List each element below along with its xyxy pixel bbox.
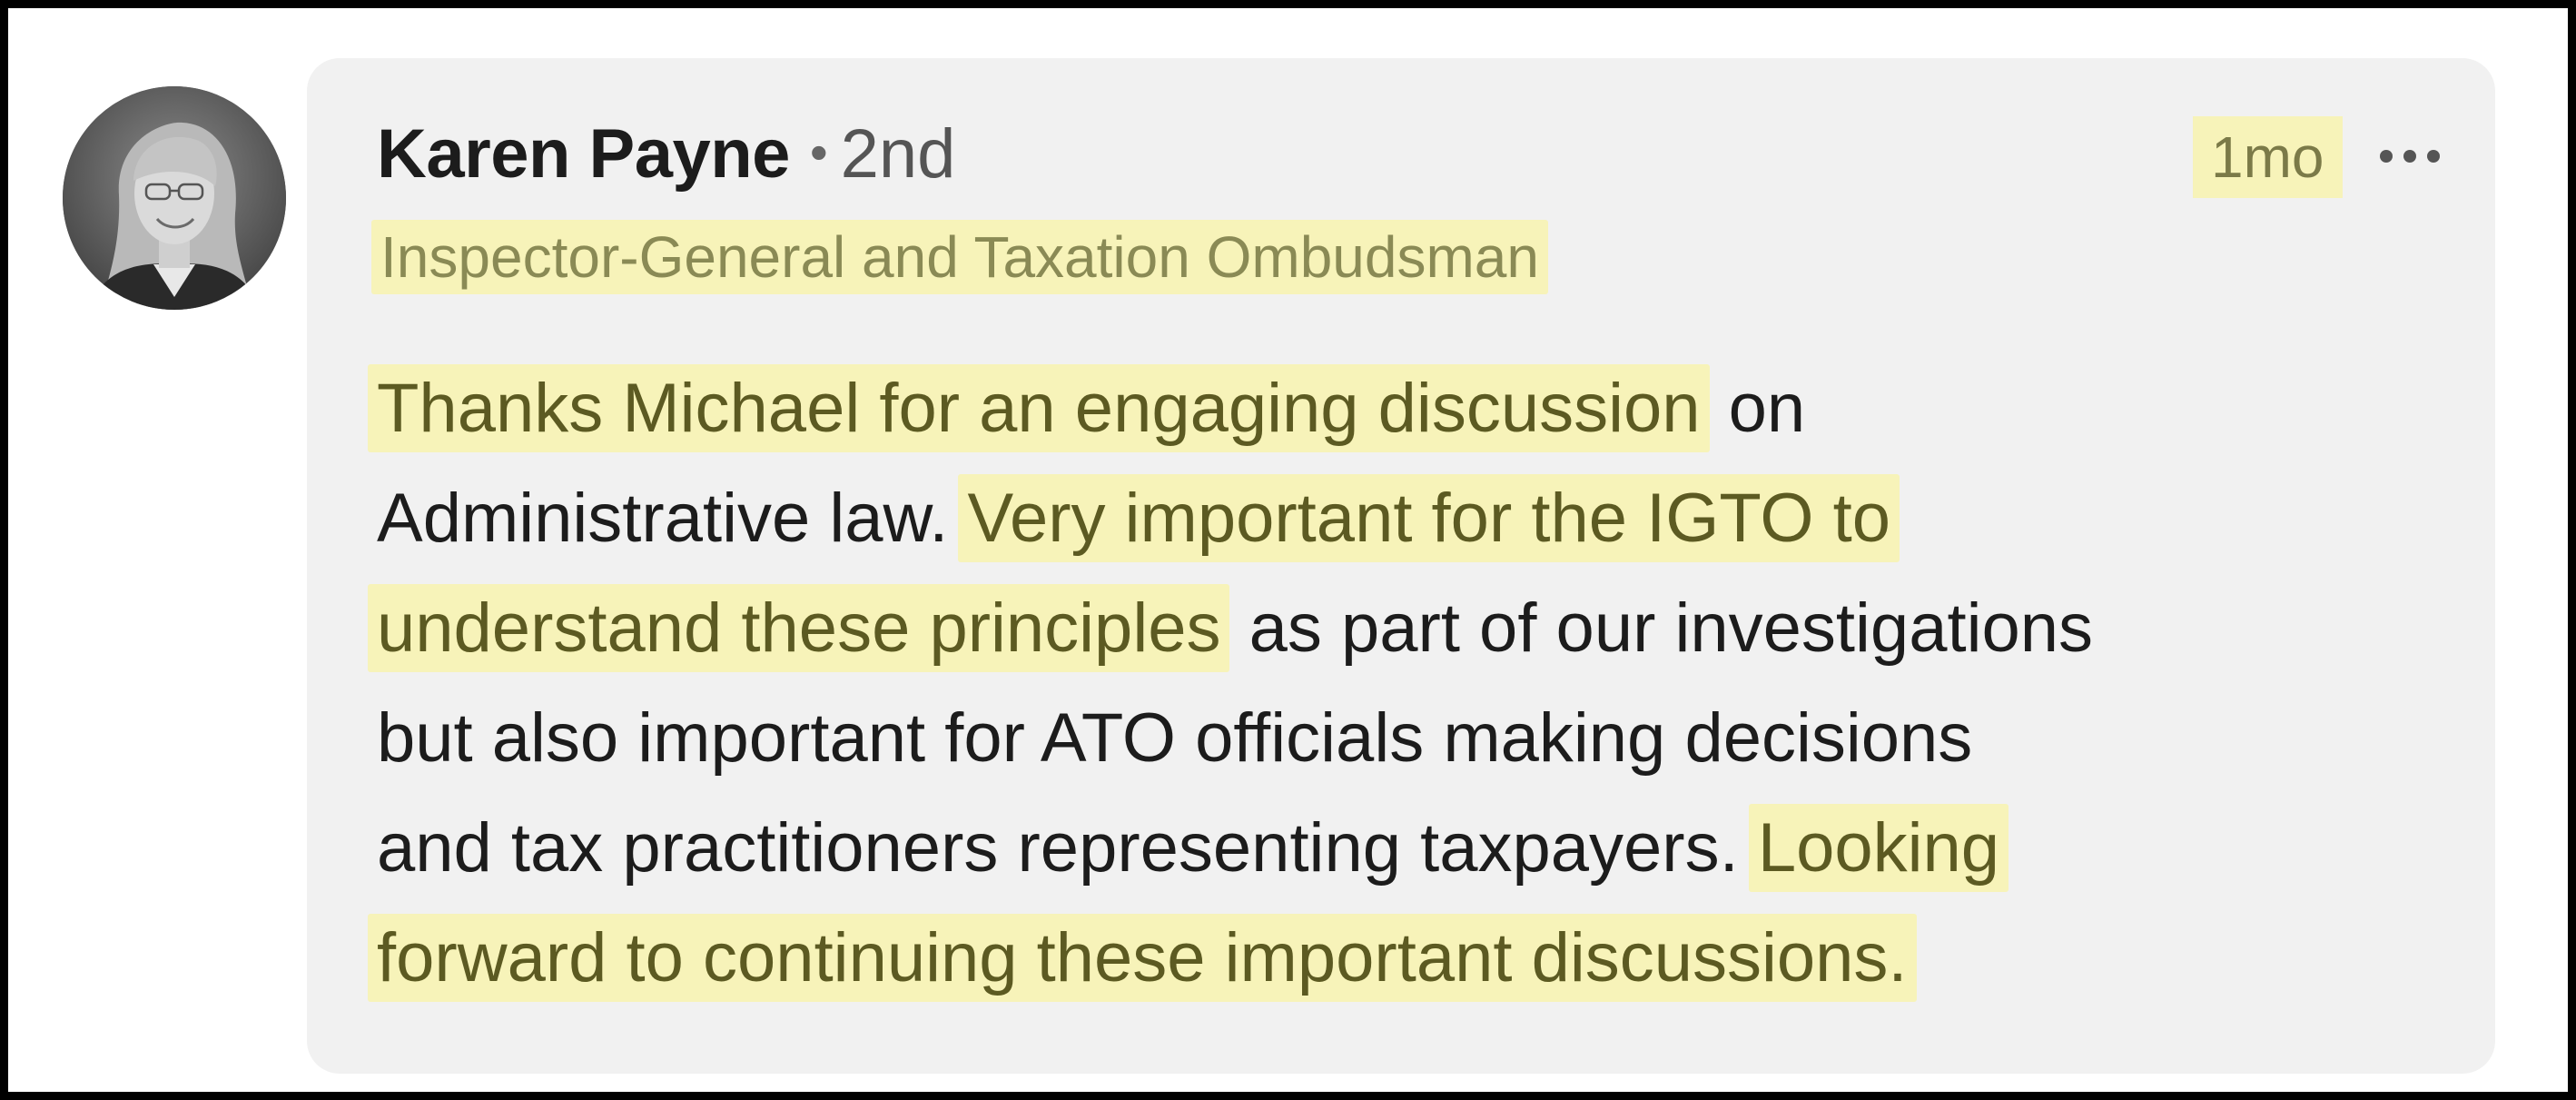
author-headline: Inspector-General and Taxation Ombudsman — [371, 220, 1548, 294]
highlighted-text: understand these principles — [368, 584, 1230, 672]
comment-card: Karen Payne • 2nd Inspector-General and Ta… — [307, 58, 2495, 1074]
avatar[interactable] — [63, 86, 286, 310]
highlighted-text: Very important for the IGTO to — [958, 474, 1900, 562]
timestamp: 1mo — [2193, 116, 2343, 198]
highlighted-text: Looking — [1748, 804, 2009, 892]
comment-line: understand these principles as part of o… — [368, 573, 2465, 683]
comment-line: Thanks Michael for an engaging discussio… — [368, 353, 2465, 463]
comment-line: forward to continuing these important di… — [368, 903, 2465, 1013]
comment-text: but also important for ATO officials mak… — [377, 699, 1973, 777]
timestamp-wrap: 1mo — [2193, 116, 2343, 198]
highlighted-text: Thanks Michael for an engaging discussio… — [368, 364, 1710, 452]
connection-degree: 2nd — [840, 115, 956, 193]
comment-line: but also important for ATO officials mak… — [377, 683, 2465, 793]
comment-line: and tax practitioners representing taxpa… — [377, 793, 2465, 903]
comment-header: Karen Payne • 2nd — [377, 114, 955, 205]
avatar-photo — [63, 86, 286, 310]
comment-text: Administrative law. — [377, 480, 968, 557]
comment-text: and tax practitioners representing taxpa… — [377, 809, 1758, 887]
separator-dot: • — [809, 124, 828, 181]
comment-body: Thanks Michael for an engaging discussio… — [368, 353, 2465, 1013]
screenshot-frame: Karen Payne • 2nd Inspector-General and Ta… — [0, 0, 2576, 1100]
more-horizontal-icon[interactable] — [2374, 138, 2446, 174]
highlighted-text: forward to continuing these important di… — [368, 914, 1917, 1002]
author-name[interactable]: Karen Payne — [377, 115, 790, 193]
comment-text: as part of our investigations — [1229, 590, 2094, 667]
comment-text: on — [1709, 370, 1806, 447]
comment-line: Administrative law. Very important for t… — [377, 463, 2465, 573]
